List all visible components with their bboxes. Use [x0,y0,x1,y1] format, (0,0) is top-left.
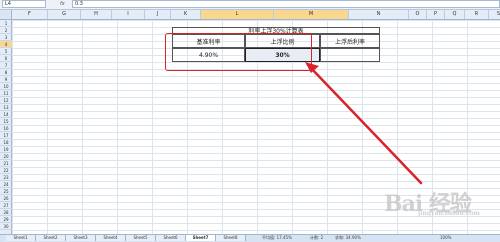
row-header-2[interactable]: 2 [0,27,12,34]
row-header-17[interactable]: 17 [0,132,12,139]
value-floated-rate[interactable] [320,48,380,62]
column-header-H[interactable]: H [81,10,112,19]
column-header-O[interactable]: O [409,10,427,19]
row-header-28[interactable]: 28 [0,209,12,216]
row-header-5[interactable]: 5 [0,48,12,55]
status-sum: 求和: 34.90% [335,235,361,240]
column-header-G[interactable]: G [48,10,81,19]
status-average: 平均值: 17.45% [262,235,292,240]
row-header-23[interactable]: 23 [0,174,12,181]
sheet-tab-sheet5[interactable]: Sheet5 [126,235,156,241]
zoom-level[interactable]: 100% [440,235,451,241]
row-header-20[interactable]: 20 [0,153,12,160]
column-header-K[interactable]: K [171,10,201,19]
row-header-1[interactable]: 1 [0,20,12,27]
column-header-M[interactable]: M [274,10,349,19]
formula-bar: L4 fx 0.3 [0,0,500,10]
column-header-S[interactable]: S [489,10,500,19]
row-header-19[interactable]: 19 [0,146,12,153]
row-header-bar: 1 2 3 4 5 6 7 8 9 10 11 12 13 14 15 16 17 18 19 20 21 22 23 24 2… [0,20,12,234]
sheet-tab-sheet7[interactable]: Sheet7 [186,235,216,241]
row-header-16[interactable]: 16 [0,125,12,132]
column-header-J[interactable]: J [145,10,171,19]
row-header-27[interactable]: 27 [0,202,12,209]
row-header-10[interactable]: 10 [0,83,12,90]
row-header-30[interactable]: 30 [0,223,12,230]
row-header-11[interactable]: 11 [0,90,12,97]
highlight-rectangle [165,33,312,71]
column-header-R[interactable]: R [465,10,489,19]
row-header-8[interactable]: 8 [0,69,12,76]
row-header-14[interactable]: 14 [0,111,12,118]
sheet-tab-sheet1[interactable]: Sheet1 [6,235,36,241]
column-header-L[interactable]: L [201,10,274,19]
status-count: 计数: 2 [310,235,324,240]
row-header-24[interactable]: 24 [0,181,12,188]
column-header-I[interactable]: I [112,10,145,19]
select-all-corner[interactable] [0,10,12,19]
sheet-tab-sheet3[interactable]: Sheet3 [66,235,96,241]
header-floated-rate[interactable]: 上浮后利率 [320,34,380,48]
row-header-4[interactable]: 4 [0,41,12,48]
fx-icon[interactable]: fx [60,0,65,8]
column-header-F[interactable]: F [12,10,48,19]
row-header-13[interactable]: 13 [0,104,12,111]
row-header-12[interactable]: 12 [0,97,12,104]
column-header-N[interactable]: N [349,10,409,19]
watermark-logo: Bai 经验 jingyan.baidu.com [384,191,480,217]
sheet-tab-sheet8[interactable]: Sheet8 [216,235,246,241]
row-header-6[interactable]: 6 [0,55,12,62]
name-box[interactable]: L4 [2,0,46,8]
column-header-bar: FGHIJKLMNOPQRS [0,10,500,20]
row-header-15[interactable]: 15 [0,118,12,125]
row-header-18[interactable]: 18 [0,139,12,146]
row-header-26[interactable]: 26 [0,195,12,202]
formula-input[interactable]: 0.3 [72,0,500,8]
row-header-7[interactable]: 7 [0,62,12,69]
row-header-3[interactable]: 3 [0,34,12,41]
row-header-25[interactable]: 25 [0,188,12,195]
row-header-9[interactable]: 9 [0,76,12,83]
column-header-Q[interactable]: Q [445,10,465,19]
row-header-21[interactable]: 21 [0,160,12,167]
row-header-29[interactable]: 29 [0,216,12,223]
column-header-P[interactable]: P [427,10,445,19]
sheet-tab-sheet6[interactable]: Sheet6 [156,235,186,241]
sheet-tab-sheet4[interactable]: Sheet4 [96,235,126,241]
row-header-22[interactable]: 22 [0,167,12,174]
sheet-tab-sheet2[interactable]: Sheet2 [36,235,66,241]
